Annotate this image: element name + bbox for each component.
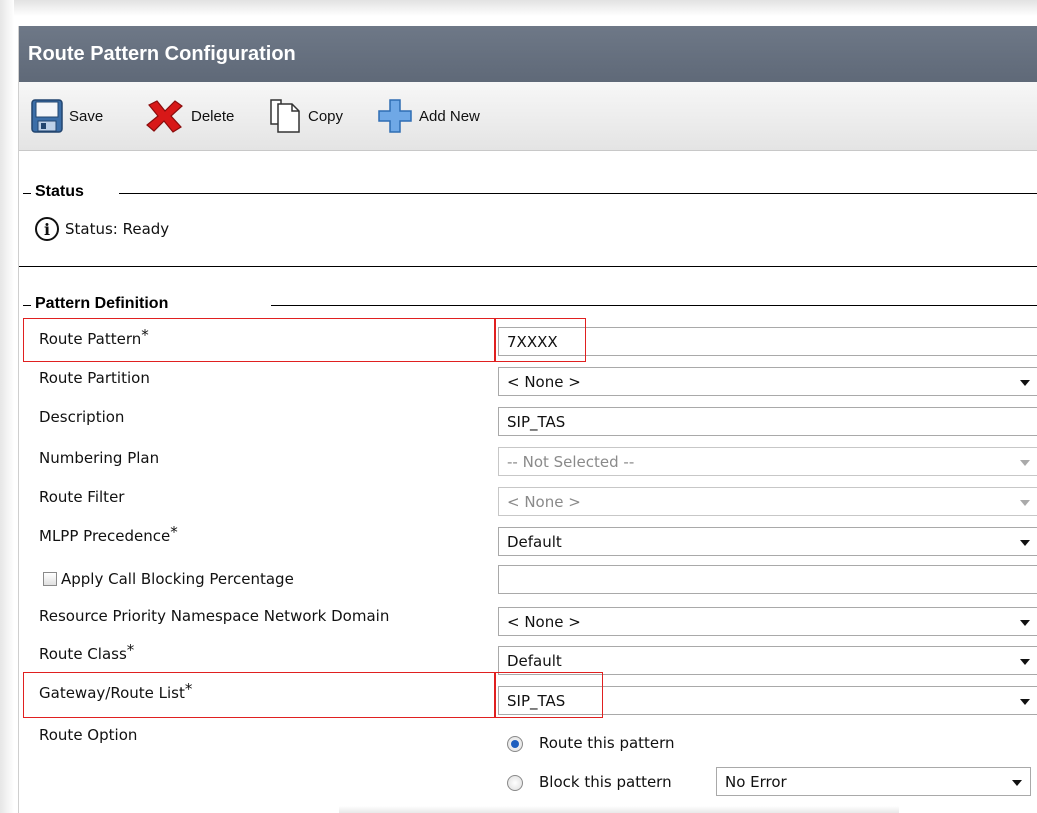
route-class-label: Route Class* — [39, 641, 135, 663]
gateway-route-list-label-highlight — [23, 672, 496, 718]
toolbar: Save Delete Copy Add New — [19, 82, 1037, 151]
gateway-route-list-value-highlight — [494, 672, 603, 718]
copy-label: Copy — [308, 107, 344, 125]
route-filter-select[interactable]: < None > — [498, 487, 1037, 516]
window-shadow-top — [0, 0, 1037, 16]
add-plus-icon — [377, 98, 413, 134]
apply-call-blocking-label: Apply Call Blocking Percentage — [61, 570, 294, 588]
apply-call-blocking-checkbox[interactable] — [43, 572, 57, 586]
status-legend-line-left — [23, 193, 31, 194]
delete-button[interactable]: Delete — [145, 82, 234, 150]
route-pattern-value-highlight — [494, 318, 586, 362]
chevron-down-icon — [1020, 500, 1030, 506]
route-pattern-panel: Route Pattern Configuration Save Delete — [18, 26, 1037, 813]
delete-label: Delete — [191, 107, 235, 125]
chevron-down-icon — [1020, 460, 1030, 466]
add-new-label: Add New — [419, 107, 480, 125]
save-button[interactable]: Save — [31, 82, 103, 150]
route-this-pattern-radio[interactable] — [507, 736, 523, 752]
chevron-down-icon — [1020, 380, 1030, 386]
chevron-down-icon — [1020, 699, 1030, 705]
block-this-pattern-radio[interactable] — [507, 775, 523, 791]
chevron-down-icon — [1020, 620, 1030, 626]
description-input[interactable]: SIP_TAS — [498, 407, 1037, 436]
route-option-label: Route Option — [39, 726, 138, 744]
chevron-down-icon — [1020, 659, 1030, 665]
route-filter-value: < None > — [507, 493, 581, 511]
delete-x-icon — [145, 99, 185, 133]
status-row: i Status: Ready — [35, 217, 169, 241]
block-reason-select[interactable]: No Error — [716, 767, 1031, 796]
add-new-button[interactable]: Add New — [377, 82, 480, 150]
copy-button[interactable]: Copy — [268, 82, 343, 150]
mlpp-precedence-label: MLPP Precedence* — [39, 523, 178, 545]
route-class-select[interactable]: Default — [498, 646, 1037, 675]
pattern-legend-line-right — [271, 305, 1037, 306]
block-this-pattern-label: Block this pattern — [539, 773, 672, 791]
route-class-value: Default — [507, 652, 562, 670]
pattern-legend-line-left — [23, 305, 31, 306]
chevron-down-icon — [1012, 780, 1022, 786]
route-partition-select[interactable]: < None > — [498, 367, 1037, 396]
section-separator — [19, 266, 1037, 267]
bottom-shadow — [339, 806, 899, 813]
status-legend-line-right — [119, 193, 1037, 194]
resource-priority-label: Resource Priority Namespace Network Doma… — [39, 607, 390, 625]
route-partition-value: < None > — [507, 373, 581, 391]
block-reason-value: No Error — [725, 773, 787, 791]
description-label: Description — [39, 408, 125, 426]
numbering-plan-label: Numbering Plan — [39, 449, 160, 467]
save-label: Save — [69, 107, 104, 125]
route-pattern-label-highlight — [23, 318, 496, 362]
info-icon: i — [35, 217, 59, 241]
route-partition-label: Route Partition — [39, 369, 150, 387]
pattern-definition-legend: Pattern Definition — [31, 295, 173, 313]
call-blocking-percentage-input[interactable] — [498, 565, 1037, 594]
chevron-down-icon — [1020, 540, 1030, 546]
copy-page-icon — [268, 98, 302, 134]
save-disk-icon — [31, 99, 63, 133]
status-legend: Status — [31, 183, 88, 201]
route-filter-label: Route Filter — [39, 488, 125, 506]
window-shadow-left — [0, 0, 14, 813]
mlpp-precedence-value: Default — [507, 533, 562, 551]
mlpp-precedence-select[interactable]: Default — [498, 527, 1037, 556]
numbering-plan-select[interactable]: -- Not Selected -- — [498, 447, 1037, 476]
page-title: Route Pattern Configuration — [19, 26, 1037, 82]
status-text: Status: Ready — [65, 220, 170, 238]
numbering-plan-value: -- Not Selected -- — [507, 453, 635, 471]
resource-priority-select[interactable]: < None > — [498, 607, 1037, 636]
resource-priority-value: < None > — [507, 613, 581, 631]
route-this-pattern-label: Route this pattern — [539, 734, 675, 752]
